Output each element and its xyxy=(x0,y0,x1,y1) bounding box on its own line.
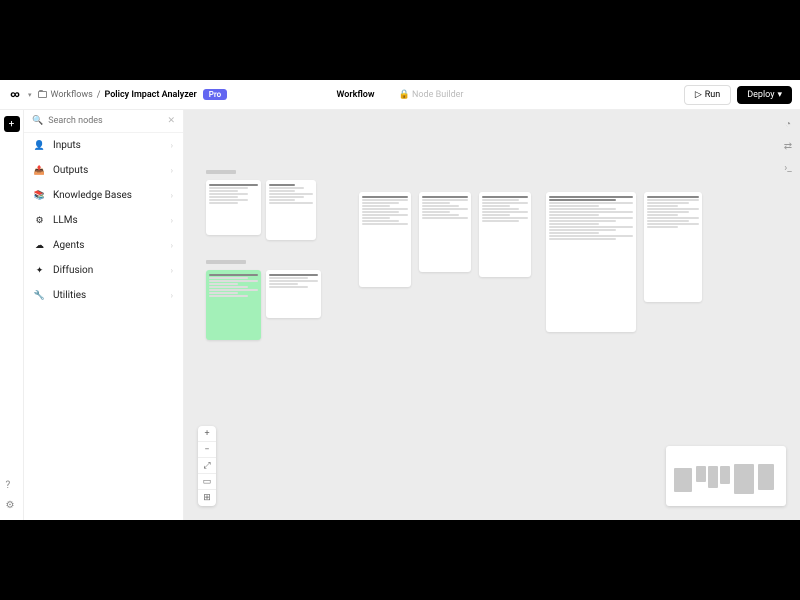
sidebar-item-outputs[interactable]: 📤 Outputs › xyxy=(24,158,183,183)
zoom-reset-button[interactable]: ▭ xyxy=(198,474,216,490)
help-icon[interactable]: ? xyxy=(6,480,18,492)
sidebar-item-label: Utilities xyxy=(53,290,86,301)
pro-badge: Pro xyxy=(203,89,227,100)
breadcrumb-separator: / xyxy=(97,90,101,100)
lock-icon: 🔒 xyxy=(399,90,410,100)
swap-icon[interactable]: ⇄ xyxy=(782,140,794,152)
workflow-node[interactable] xyxy=(644,192,702,302)
chevron-right-icon: › xyxy=(171,241,173,250)
breadcrumb-root[interactable]: Workflows xyxy=(51,90,93,100)
workflow-node[interactable] xyxy=(419,192,471,272)
output-icon: 📤 xyxy=(34,166,45,176)
chevron-right-icon: › xyxy=(171,166,173,175)
chevron-down-icon[interactable]: ▾ xyxy=(28,91,32,99)
sidebar-item-label: Diffusion xyxy=(53,265,93,276)
app-window: ∞ ▾ Workflows / Policy Impact Analyzer P… xyxy=(0,80,800,520)
workflow-node[interactable] xyxy=(266,180,316,240)
sidebar-item-label: Agents xyxy=(53,240,84,251)
workflow-canvas[interactable]: ◔ ⇄ ›_ xyxy=(184,110,800,520)
canvas-right-rail: ◔ ⇄ ›_ xyxy=(782,118,794,174)
left-rail: + ? ⚙ xyxy=(0,110,24,520)
workflow-node[interactable] xyxy=(266,270,321,318)
book-icon: 📚 xyxy=(34,191,45,201)
sidebar-item-label: Knowledge Bases xyxy=(53,190,132,201)
sidebar: 🔍 ✕ 👤 Inputs › 📤 Outputs › 📚 Knowledge Bases ›… xyxy=(24,110,184,520)
workflow-node[interactable] xyxy=(359,192,411,287)
node-group-label xyxy=(206,170,236,174)
sidebar-item-agents[interactable]: ☁ Agents › xyxy=(24,233,183,258)
settings-icon[interactable]: ⚙ xyxy=(6,500,18,512)
tab-workflow[interactable]: Workflow xyxy=(327,86,385,104)
clear-search-icon[interactable]: ✕ xyxy=(167,116,175,126)
sidebar-item-label: Inputs xyxy=(53,140,81,151)
zoom-out-button[interactable]: − xyxy=(198,442,216,458)
run-button[interactable]: ▷ Run xyxy=(684,85,731,105)
sparkle-icon: ✦ xyxy=(34,266,45,276)
zoom-controls: + − ⤢ ▭ ⊞ xyxy=(198,426,216,506)
workflow-node[interactable] xyxy=(206,270,261,340)
user-icon: 👤 xyxy=(34,141,45,151)
body: + ? ⚙ 🔍 ✕ 👤 Inputs › 📤 Outputs › 📚 Knowledge … xyxy=(0,110,800,520)
sidebar-item-label: Outputs xyxy=(53,165,88,176)
chevron-down-icon: ▾ xyxy=(777,90,782,100)
gear-icon: ⚙ xyxy=(34,216,45,226)
chevron-right-icon: › xyxy=(171,141,173,150)
search-input[interactable] xyxy=(48,116,162,126)
sidebar-item-label: LLMs xyxy=(53,215,78,226)
header: ∞ ▾ Workflows / Policy Impact Analyzer P… xyxy=(0,80,800,110)
search-row: 🔍 ✕ xyxy=(24,110,183,133)
terminal-icon[interactable]: ›_ xyxy=(782,162,794,174)
grid-toggle-button[interactable]: ⊞ xyxy=(198,490,216,506)
add-button[interactable]: + xyxy=(4,116,20,132)
wrench-icon: 🔧 xyxy=(34,291,45,301)
play-icon: ▷ xyxy=(695,90,702,100)
history-icon[interactable]: ◔ xyxy=(782,118,794,130)
workflow-node[interactable] xyxy=(206,180,261,235)
zoom-in-button[interactable]: + xyxy=(198,426,216,442)
node-group-label xyxy=(206,260,246,264)
deploy-button[interactable]: Deploy ▾ xyxy=(737,86,792,104)
cloud-icon: ☁ xyxy=(34,241,45,251)
search-icon: 🔍 xyxy=(32,116,43,126)
breadcrumb-current[interactable]: Policy Impact Analyzer xyxy=(104,90,196,100)
workflow-node[interactable] xyxy=(479,192,531,277)
sidebar-item-utilities[interactable]: 🔧 Utilities › xyxy=(24,283,183,308)
logo-icon[interactable]: ∞ xyxy=(8,88,22,102)
zoom-fit-button[interactable]: ⤢ xyxy=(198,458,216,474)
tab-node-builder[interactable]: 🔒 Node Builder xyxy=(389,86,474,104)
chevron-right-icon: › xyxy=(171,216,173,225)
folder-icon xyxy=(38,91,47,98)
sidebar-item-knowledge[interactable]: 📚 Knowledge Bases › xyxy=(24,183,183,208)
sidebar-item-diffusion[interactable]: ✦ Diffusion › xyxy=(24,258,183,283)
sidebar-item-inputs[interactable]: 👤 Inputs › xyxy=(24,133,183,158)
sidebar-item-llms[interactable]: ⚙ LLMs › xyxy=(24,208,183,233)
mode-tabs: Workflow 🔒 Node Builder xyxy=(327,86,474,104)
breadcrumb: Workflows / Policy Impact Analyzer xyxy=(38,90,197,100)
minimap[interactable] xyxy=(666,446,786,506)
chevron-right-icon: › xyxy=(171,266,173,275)
workflow-node[interactable] xyxy=(546,192,636,332)
chevron-right-icon: › xyxy=(171,291,173,300)
chevron-right-icon: › xyxy=(171,191,173,200)
